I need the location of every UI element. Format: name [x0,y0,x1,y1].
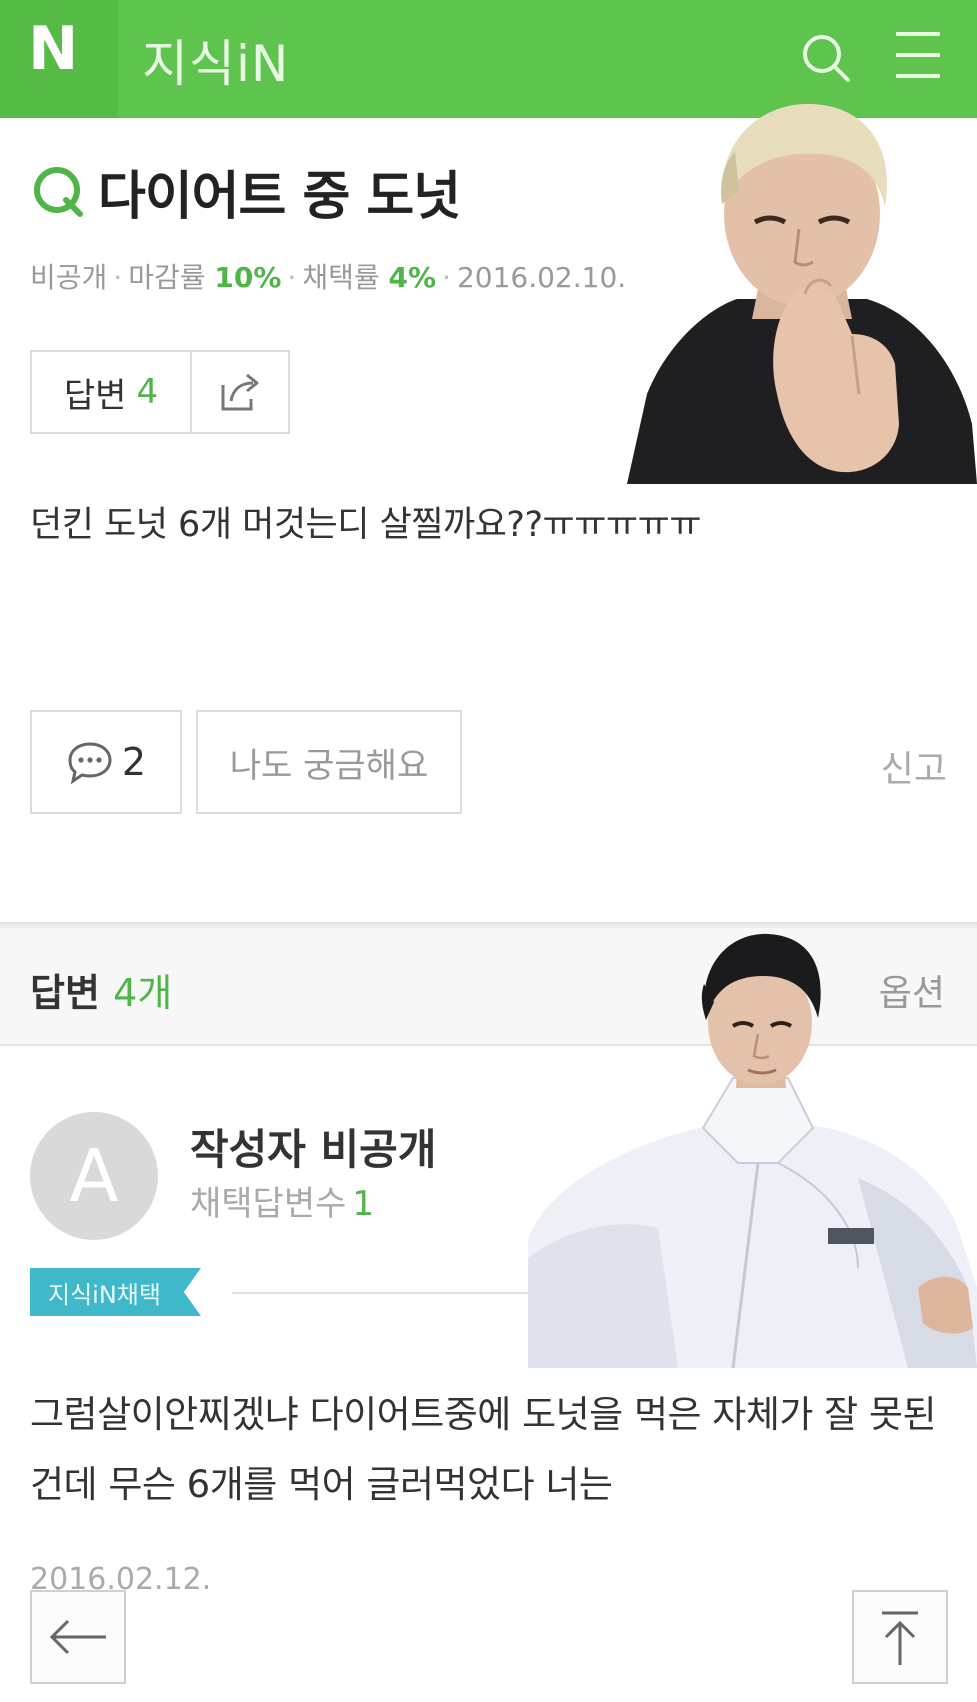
close-rate-label: 마감률 [128,261,206,294]
report-link[interactable]: 신고 [881,740,947,792]
accept-rate-label: 채택률 [302,261,380,294]
menu-icon[interactable] [896,32,940,84]
overlay-photo-blonde-man [627,94,977,484]
question-title: 다이어트 중 도넛 [98,166,461,227]
answer-count-button[interactable]: 답변 4 [32,352,192,432]
curious-button[interactable]: 나도 궁금해요 [196,710,462,814]
naver-logo[interactable]: N [0,0,118,118]
avatar: A [30,1112,158,1240]
question-actions: 2 나도 궁금해요 신고 [30,710,947,816]
question-q-icon [34,167,83,217]
answer-count-label: 답변 [63,375,127,416]
author-name: 작성자 비공개 [190,1125,437,1174]
accepted-count: 1 [352,1184,375,1224]
search-icon[interactable] [798,30,854,86]
naver-logo-text: N [28,14,78,84]
comment-icon [68,742,112,784]
answer-share-box: 답변 4 [30,350,290,434]
comment-button[interactable]: 2 [30,710,182,814]
question-body: 던킨 도넛 6개 머것는디 살찔까요??ㅠㅠㅠㅠㅠ [30,505,702,545]
close-rate-value: 10% [214,261,282,294]
comment-count: 2 [121,740,147,784]
accepted-badge: 지식iN채택 [30,1268,201,1316]
answers-header-label: 답변 4개 [30,962,172,1017]
share-icon [221,373,259,411]
back-button[interactable] [30,1590,126,1684]
author-stats: 채택답변수 1 [190,1176,374,1225]
answers-count: 4개 [113,971,173,1015]
share-button[interactable] [192,352,288,432]
avatar-letter: A [69,1134,119,1218]
scroll-top-button[interactable] [852,1590,948,1684]
question-date: 2016.02.10. [456,261,627,294]
arrow-left-icon [49,1619,106,1655]
answer-count-value: 4 [136,372,159,412]
visibility-label: 비공개 [30,261,108,294]
answer-body: 그럼살이안찌겠냐 다이어트중에 도넛을 먹은 자체가 잘 못된건데 무슨 6개를… [30,1393,937,1506]
question-title-row: 다이어트 중 도넛 [30,156,461,227]
answers-label: 답변 [30,971,100,1015]
arrow-up-icon [882,1611,918,1665]
overlay-photo-chef [528,928,977,1368]
question-meta: 비공개 · 마감률 10% · 채택률 4% · 2016.02.10. [30,261,627,294]
curious-label: 나도 궁금해요 [229,745,429,786]
site-title[interactable]: 지식iN [142,24,289,96]
accepted-label: 채택답변수 [190,1184,347,1224]
accept-rate-value: 4% [388,261,437,294]
